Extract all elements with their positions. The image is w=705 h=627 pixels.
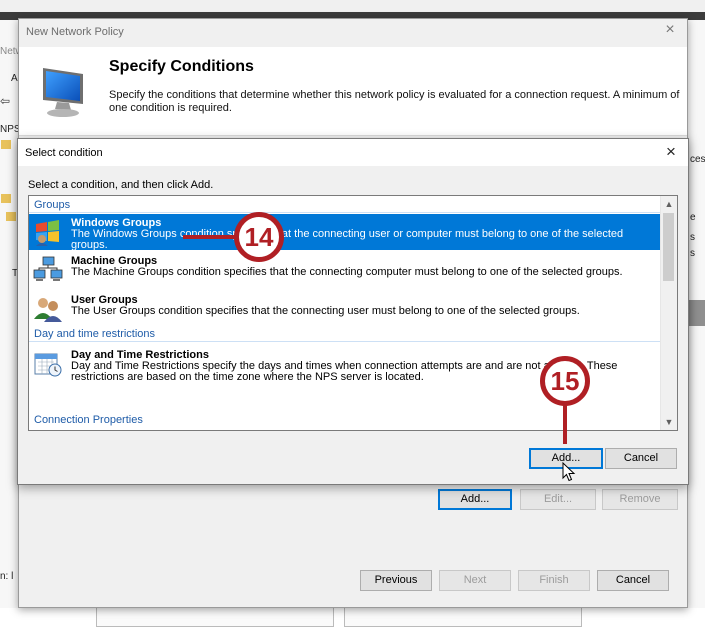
cancel-button[interactable]: Cancel — [605, 448, 677, 469]
category-divider — [29, 212, 661, 213]
edit-condition-button[interactable]: Edit... — [520, 489, 596, 510]
folder-icon — [1, 140, 11, 149]
previous-button[interactable]: Previous — [360, 570, 432, 591]
background-actions-text: e — [690, 212, 696, 223]
item-description: The Windows Groups condition specifies t… — [71, 228, 624, 251]
background-actions-text: s — [690, 232, 695, 243]
machine-groups-icon — [33, 256, 63, 284]
scroll-down-icon[interactable]: ▼ — [661, 414, 677, 430]
dialog-title: Select condition — [25, 147, 103, 159]
background-actions-text: s — [690, 248, 695, 259]
scrollbar-thumb[interactable] — [663, 213, 674, 281]
page-title: Specify Conditions — [109, 58, 254, 75]
mouse-cursor-icon — [562, 461, 576, 485]
cancel-wizard-button[interactable]: Cancel — [597, 570, 669, 591]
list-item-windows-groups[interactable]: Windows Groups The Windows Groups condit… — [29, 214, 661, 251]
background-panel — [344, 606, 582, 627]
background-scrollbar — [688, 300, 705, 326]
add-condition-button[interactable]: Add... — [438, 489, 512, 510]
category-groups: Groups — [34, 199, 71, 211]
finish-button[interactable]: Finish — [518, 570, 590, 591]
callout-pointer-line — [563, 404, 567, 444]
background-menu-text: A — [11, 73, 18, 84]
list-item-user-groups[interactable]: User Groups The User Groups condition sp… — [29, 291, 661, 327]
category-day-and-time: Day and time restrictions — [34, 328, 156, 340]
dialog-header: Specify Conditions Specify the condition… — [19, 47, 687, 136]
next-button[interactable]: Next — [439, 570, 511, 591]
folder-icon — [1, 194, 11, 203]
category-divider — [29, 341, 661, 342]
folder-icon — [6, 212, 16, 221]
windows-groups-icon — [33, 218, 63, 246]
remove-condition-button[interactable]: Remove — [602, 489, 678, 510]
background-panel — [96, 606, 334, 627]
monitor-icon — [35, 64, 91, 123]
callout-step-14: 14 — [234, 212, 284, 262]
list-scrollbar[interactable]: ▲ ▼ — [660, 196, 677, 430]
background-status-text: n: l — [0, 571, 14, 582]
page-description: Specify the conditions that determine wh… — [109, 89, 680, 114]
user-groups-icon — [33, 295, 63, 323]
instruction-text: Select a condition, and then click Add. — [28, 179, 214, 191]
item-description: The Machine Groups condition specifies t… — [71, 266, 623, 278]
calendar-clock-icon — [33, 350, 63, 378]
close-icon[interactable]: × — [661, 21, 679, 39]
category-connection-properties: Connection Properties — [34, 414, 143, 426]
list-item-machine-groups[interactable]: Machine Groups The Machine Groups condit… — [29, 252, 661, 288]
close-icon[interactable]: × — [662, 142, 680, 162]
select-condition-dialog: Select condition × Select a condition, a… — [17, 138, 689, 485]
item-description: The User Groups condition specifies that… — [71, 305, 580, 317]
back-arrow-icon[interactable]: ⇦ — [0, 94, 10, 108]
background-actions-text: ces — [690, 154, 705, 165]
scroll-up-icon[interactable]: ▲ — [661, 196, 677, 212]
callout-step-15: 15 — [540, 356, 590, 406]
dialog-title: New Network Policy — [26, 26, 124, 38]
callout-pointer-line — [183, 235, 237, 239]
select-condition-titlebar: Select condition × — [18, 139, 688, 166]
